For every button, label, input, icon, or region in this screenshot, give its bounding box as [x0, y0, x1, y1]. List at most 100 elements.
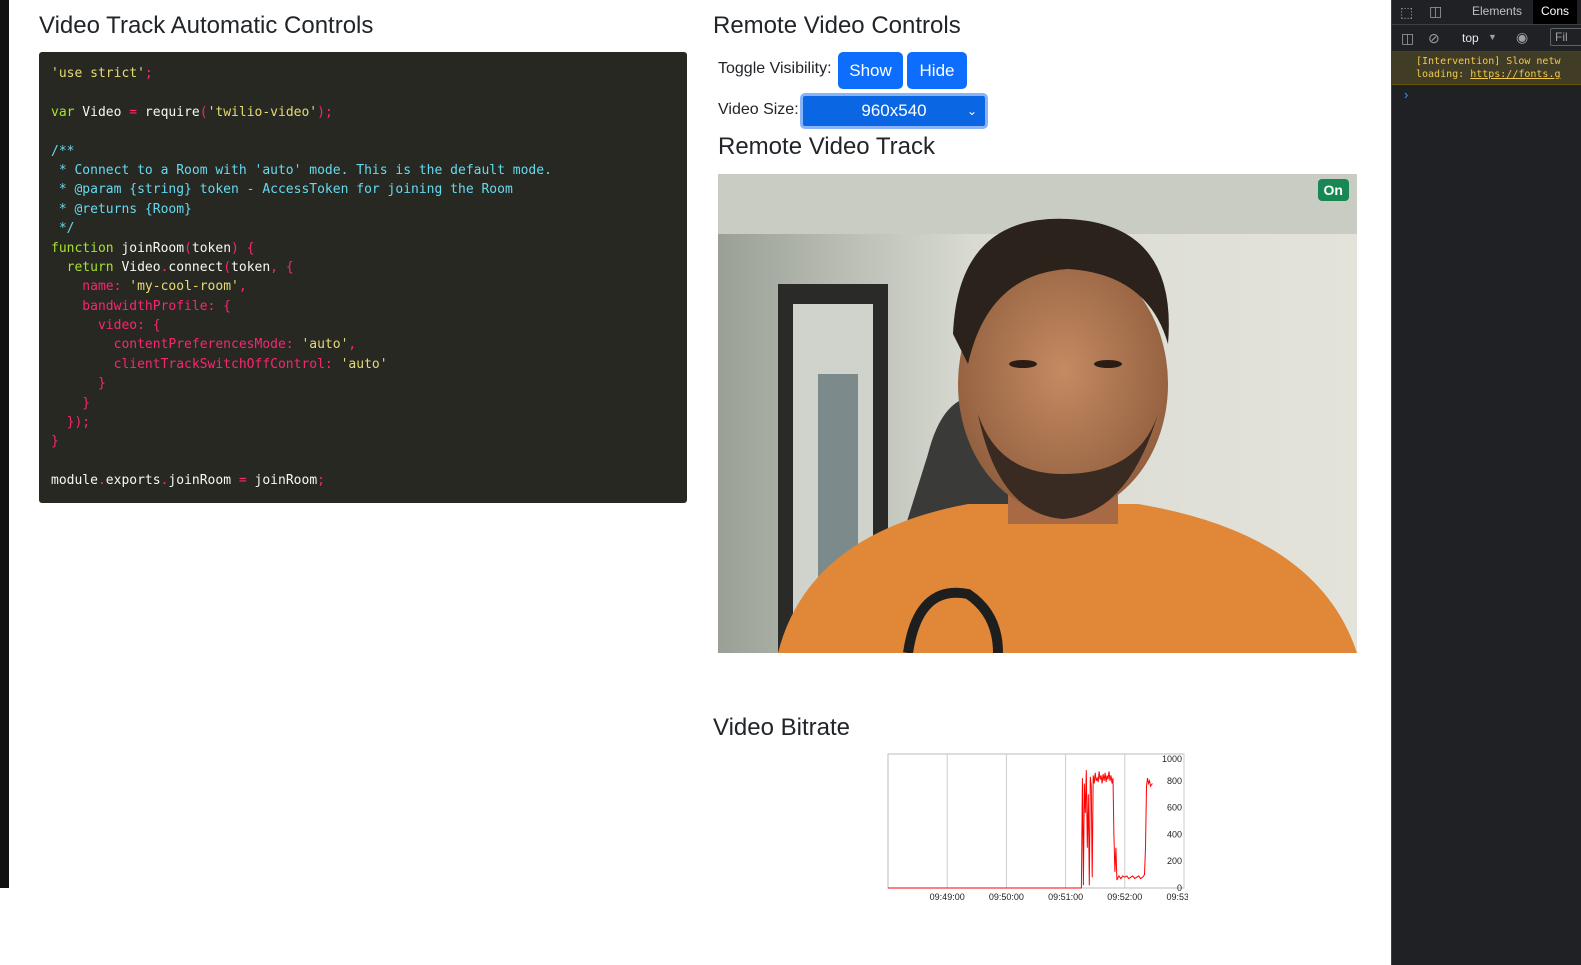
- code-line: bandwidthProfile: {: [51, 297, 675, 316]
- chart-x-tick-label: 09:51:00: [1048, 892, 1083, 902]
- code-token: return: [51, 259, 114, 275]
- code-token: * @returns {Room}: [51, 201, 192, 217]
- warning-prefix: loading:: [1416, 69, 1471, 80]
- device-toolbar-icon[interactable]: ◫: [1429, 3, 1442, 20]
- code-token: clientTrackSwitchOffControl:: [51, 356, 341, 372]
- sidebar-toggle-icon[interactable]: ◫: [1401, 30, 1414, 47]
- eye-icon[interactable]: ◉: [1516, 29, 1528, 46]
- chart-y-tick-label: 0: [1177, 883, 1182, 893]
- code-token: contentPreferencesMode:: [51, 337, 302, 353]
- code-line: video: {: [51, 316, 675, 335]
- code-token: (: [199, 104, 208, 120]
- code-token: * @param {string} token - AccessToken fo…: [51, 182, 513, 198]
- code-token: connect: [168, 259, 224, 275]
- code-token: /**: [51, 143, 75, 159]
- code-line: name: 'my-cool-room',: [51, 277, 675, 296]
- code-token: token: [191, 240, 232, 256]
- show-button[interactable]: Show: [838, 52, 903, 89]
- code-token: joinRoom: [113, 240, 185, 256]
- code-token: ) {: [231, 240, 255, 256]
- chart-plot-area: [887, 753, 1185, 889]
- devtools-tabbar: ⬚ ◫ Elements Cons: [1392, 0, 1581, 25]
- tab-console[interactable]: Cons: [1533, 0, 1578, 24]
- code-token: name:: [51, 279, 130, 295]
- code-block: 'use strict'; var Video = require('twili…: [39, 52, 687, 503]
- context-chevron-icon: ▼: [1488, 32, 1497, 42]
- video-size-label: Video Size:: [718, 101, 799, 118]
- remote-video[interactable]: On: [718, 174, 1357, 653]
- video-frame: [718, 174, 1357, 653]
- code-token: * Connect to a Room with 'auto' mode. Th…: [51, 162, 552, 178]
- chart-x-tick-label: 09:50:00: [989, 892, 1024, 902]
- remote-track-title: Remote Video Track: [718, 133, 935, 160]
- code-token: (: [223, 259, 232, 275]
- code-token: 'my-cool-room': [129, 279, 239, 295]
- page-left-edge: [0, 0, 9, 888]
- code-token: 'auto': [301, 337, 349, 353]
- inspect-icon[interactable]: ⬚: [1400, 4, 1413, 21]
- code-token: joinRoom: [168, 473, 239, 489]
- code-token: */: [51, 221, 75, 237]
- code-token: Video: [113, 259, 161, 275]
- code-token: );: [317, 104, 333, 120]
- code-token: .: [97, 473, 106, 489]
- code-line: }: [51, 432, 675, 451]
- code-panel-title: Video Track Automatic Controls: [39, 12, 374, 39]
- code-token: ,: [348, 337, 357, 353]
- code-token: }: [51, 395, 91, 411]
- hide-button[interactable]: Hide: [907, 52, 967, 89]
- code-token: 'use strict': [51, 66, 145, 81]
- track-status-badge: On: [1317, 179, 1349, 201]
- code-token: bandwidthProfile: {: [51, 298, 232, 314]
- code-token: ;: [317, 473, 325, 489]
- code-line: return Video.connect(token, {: [51, 258, 675, 277]
- chart-x-tick-label: 09:52:00: [1107, 892, 1142, 902]
- clear-console-icon[interactable]: ⊘: [1428, 30, 1440, 47]
- chart-y-tick-label: 200: [1167, 856, 1182, 866]
- bitrate-chart: 09:49:00 09:50:00 09:51:00 09:52:00 09:53:00…: [887, 753, 1188, 902]
- console-filter-input[interactable]: Fil: [1550, 28, 1581, 46]
- code-token: var: [51, 104, 75, 120]
- code-token: }: [51, 376, 106, 392]
- chart-y-tick-label: 400: [1167, 829, 1182, 839]
- code-line: * Connect to a Room with 'auto' mode. Th…: [51, 161, 675, 180]
- warning-text: [Intervention] Slow netw: [1416, 56, 1561, 67]
- code-token: =: [129, 104, 138, 120]
- code-line: clientTrackSwitchOffControl: 'auto': [51, 355, 675, 374]
- code-token: exports: [105, 473, 161, 489]
- code-token: (: [184, 240, 192, 256]
- remote-controls-title: Remote Video Controls: [713, 12, 961, 39]
- context-select[interactable]: top: [1462, 31, 1479, 45]
- chart-x-tick-label: 09:49:00: [930, 892, 965, 902]
- chart-y-tick-label: 800: [1167, 776, 1182, 786]
- code-line: }: [51, 394, 675, 413]
- tab-elements[interactable]: Elements: [1472, 4, 1522, 18]
- video-size-select[interactable]: 960x540 ⌄: [800, 93, 988, 129]
- code-token: });: [51, 415, 91, 431]
- code-line: * @returns {Room}: [51, 200, 675, 219]
- code-token: require: [137, 104, 200, 120]
- code-token: video: {: [51, 318, 161, 334]
- code-token: module: [51, 473, 98, 489]
- toggle-visibility-label: Toggle Visibility:: [718, 60, 832, 77]
- code-token: }: [51, 434, 59, 450]
- code-token: =: [238, 473, 247, 489]
- devtools-panel: ⬚ ◫ Elements Cons ◫ ⊘ top ▼ ◉ Fil [Inter…: [1391, 0, 1581, 965]
- code-token: Video: [74, 104, 130, 120]
- code-token: 'auto': [340, 356, 388, 372]
- code-token: 'twilio-video': [207, 104, 318, 120]
- code-line: module.exports.joinRoom = joinRoom;: [51, 471, 675, 490]
- warning-link[interactable]: https://fonts.g: [1470, 69, 1560, 80]
- chevron-down-icon: ⌄: [966, 104, 977, 118]
- code-line: * @param {string} token - AccessToken fo…: [51, 180, 675, 199]
- chart-x-tick-label: 09:53:00: [1166, 892, 1188, 902]
- code-token: ,: [238, 279, 247, 295]
- code-line: */: [51, 219, 675, 238]
- code-token: ;: [144, 66, 153, 81]
- console-prompt[interactable]: ›: [1392, 85, 1581, 102]
- chart-y-tick-label: 600: [1167, 803, 1182, 813]
- video-size-value: 960x540: [861, 101, 927, 120]
- chart-y-tick-label: 1000: [1162, 754, 1182, 764]
